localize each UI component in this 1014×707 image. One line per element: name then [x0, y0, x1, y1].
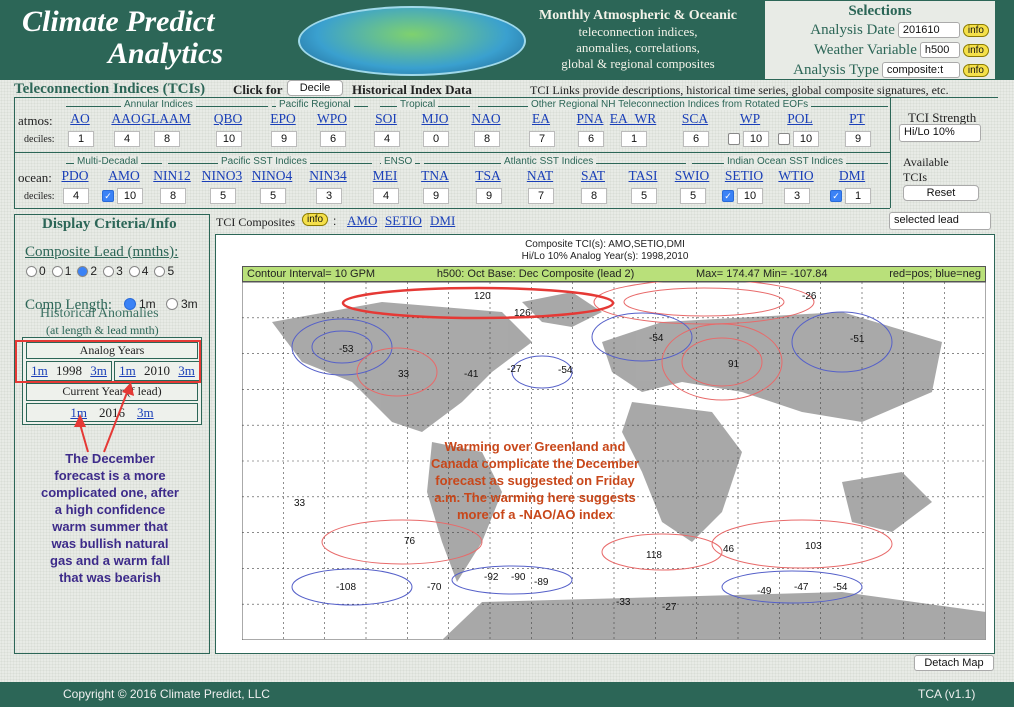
contour-interval: Contour Interval= 10 GPM [247, 268, 376, 280]
map-title-1: Composite TCI(s): AMO,SETIO,DMI [525, 239, 685, 250]
contour-label: -33 [616, 597, 631, 608]
contour-label: -53 [339, 344, 354, 355]
contour-label: 76 [404, 536, 416, 547]
contour-label: -41 [464, 369, 479, 380]
contour-label: 33 [294, 498, 306, 509]
contour-label: -49 [757, 586, 772, 597]
contour-label: -54 [833, 582, 848, 593]
contour-label: 91 [728, 359, 740, 370]
map-info-bar: Contour Interval= 10 GPM h500: Oct Base:… [242, 266, 986, 282]
contour-label: 103 [805, 541, 822, 552]
version: TCA (v1.1) [918, 687, 976, 701]
contour-label: -54 [649, 333, 664, 344]
left-arrow-head-2 [122, 382, 134, 396]
contour-label: -26 [802, 291, 817, 302]
contour-label: -92 [484, 572, 499, 583]
contour-label: -27 [662, 602, 677, 613]
contour-label: -70 [427, 582, 442, 593]
left-arrow-line-1 [79, 423, 89, 453]
composites-info-button[interactable]: info [302, 213, 329, 226]
map-title-2: Hi/Lo 10% Analog Year(s): 1998,2010 [521, 251, 689, 262]
contour-label: 118 [646, 550, 662, 561]
left-arrow-head-1 [74, 414, 86, 427]
contour-label: -47 [794, 582, 809, 593]
contour-label: -89 [534, 577, 549, 588]
contour-label: -54 [558, 365, 573, 376]
contour-label: -51 [850, 334, 865, 345]
contour-label: -108 [336, 582, 356, 593]
left-annotation: The December forecast is a more complica… [41, 451, 179, 585]
composite-link-setio[interactable]: SETIO [385, 213, 422, 229]
color-legend: red=pos; blue=neg [889, 268, 981, 280]
composite-link-amo[interactable]: AMO [347, 213, 377, 229]
footer: Copyright © 2016 Climate Predict, LLC TC… [0, 682, 1014, 707]
detach-map-button[interactable]: Detach Map [914, 655, 994, 671]
contour-label: 46 [723, 544, 735, 555]
copyright: Copyright © 2016 Climate Predict, LLC [63, 687, 270, 701]
contour-label: 120 [474, 291, 491, 302]
tci-composites-label: TCI Composites [216, 215, 296, 229]
left-arrow-line-2 [103, 389, 129, 453]
composite-link-dmi[interactable]: DMI [430, 213, 455, 229]
contour-label: 33 [398, 369, 410, 380]
map-annotation: Warming over Greenland and Canada compli… [430, 439, 640, 522]
map-max-min: Max= 174.47 Min= -107.84 [696, 268, 828, 280]
contour-label: -27 [507, 364, 522, 375]
map-description: h500: Oct Base: Dec Composite (lead 2) [436, 268, 635, 280]
contour-label: -90 [511, 572, 526, 583]
lead-select[interactable]: selected lead [889, 212, 991, 230]
